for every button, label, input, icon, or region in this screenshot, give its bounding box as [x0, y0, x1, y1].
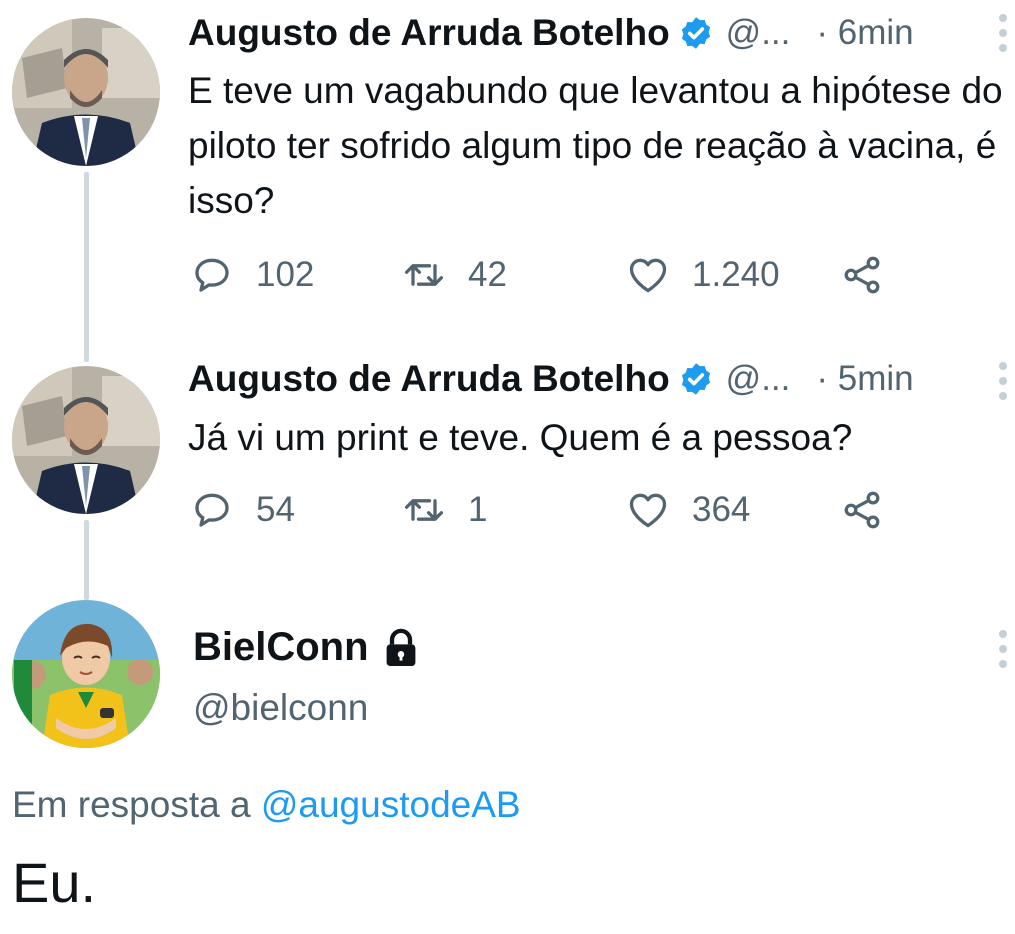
retweet-icon [404, 264, 444, 286]
share-icon [844, 256, 880, 294]
like-count: 364 [692, 490, 751, 529]
author-name[interactable]: Augusto de Arruda Botelho [188, 358, 670, 400]
reply-button[interactable]: 102 [190, 253, 314, 297]
like-button[interactable]: 1.240 [626, 253, 780, 297]
like-count: 1.240 [692, 255, 780, 294]
speech-bubble-icon [195, 493, 229, 527]
tweet-header: Augusto de Arruda Botelho @... · 6min [188, 12, 1015, 54]
lock-icon [386, 628, 415, 666]
tweet-text: Já vi um print e teve. Quem é a pessoa? [188, 417, 853, 458]
reply-count: 102 [256, 255, 315, 294]
more-vertical-icon[interactable] [997, 14, 1009, 52]
timestamp[interactable]: · 6min [816, 13, 913, 53]
avatar[interactable] [12, 18, 160, 166]
in-reply-prefix: Em resposta a [12, 784, 261, 825]
retweet-count: 1 [468, 490, 488, 529]
more-vertical-icon[interactable] [997, 362, 1009, 400]
heart-icon [629, 493, 667, 528]
retweet-count: 42 [468, 255, 507, 294]
tweet-header: Augusto de Arruda Botelho @... · 5min [188, 358, 1015, 400]
verified-badge-icon [681, 363, 710, 395]
share-icon [844, 491, 880, 529]
share-button[interactable] [840, 488, 884, 532]
author-handle[interactable]: @... [726, 13, 791, 53]
reply-button[interactable]: 54 [190, 488, 295, 532]
reply-text: Eu. [12, 851, 97, 914]
heart-icon [629, 258, 667, 293]
retweet-button[interactable]: 1 [402, 488, 487, 532]
reply-count: 54 [256, 490, 295, 529]
tweet-text: E teve um vagabundo que levantou a hipót… [188, 70, 1003, 221]
thread-line [84, 520, 89, 600]
avatar[interactable] [12, 600, 160, 748]
more-vertical-icon[interactable] [997, 630, 1009, 668]
reply-author-name[interactable]: BielConn [193, 625, 419, 670]
in-reply-mention-link[interactable]: @augustodeAB [261, 784, 521, 825]
verified-badge-icon [681, 17, 710, 49]
retweet-icon [404, 499, 444, 521]
like-button[interactable]: 364 [626, 488, 750, 532]
author-name[interactable]: Augusto de Arruda Botelho [188, 12, 670, 54]
author-handle[interactable]: @... [726, 359, 791, 399]
thread-line [84, 172, 89, 362]
avatar[interactable] [12, 366, 160, 514]
reply-author-name-text: BielConn [193, 625, 369, 669]
speech-bubble-icon [195, 258, 229, 292]
retweet-button[interactable]: 42 [402, 253, 507, 297]
share-button[interactable] [840, 253, 884, 297]
in-reply-to: Em resposta a @augustodeAB [12, 784, 521, 826]
reply-author-handle[interactable]: @bielconn [193, 687, 368, 729]
timestamp[interactable]: · 5min [816, 359, 913, 399]
